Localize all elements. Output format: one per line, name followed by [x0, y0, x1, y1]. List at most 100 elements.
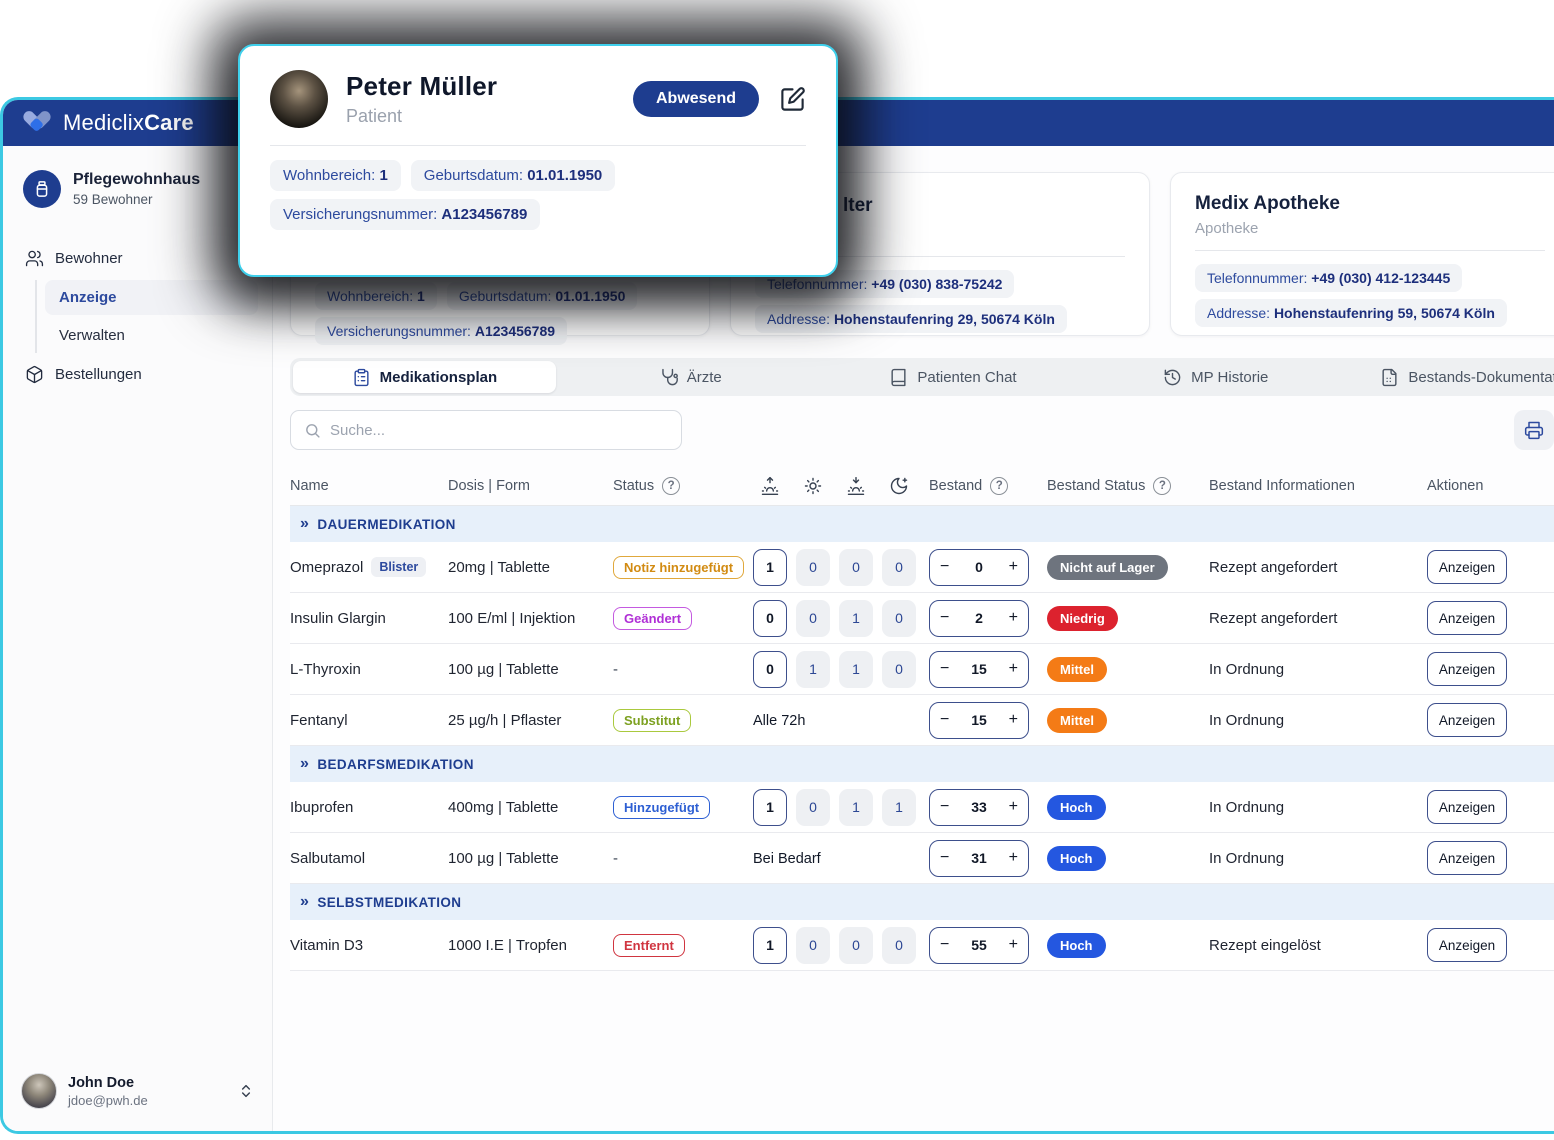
- sidebar-item-bewohner[interactable]: Bewohner: [3, 240, 272, 277]
- intake-box[interactable]: 1: [753, 549, 787, 586]
- intake-box[interactable]: 1: [839, 789, 873, 826]
- intake-box[interactable]: 1: [839, 651, 873, 688]
- anzeigen-button[interactable]: Anzeigen: [1427, 703, 1507, 737]
- stepper-plus-button[interactable]: +: [1009, 799, 1018, 815]
- tab-rzte[interactable]: Ärzte: [559, 358, 822, 396]
- search-input[interactable]: [330, 422, 668, 439]
- intake-box[interactable]: 0: [796, 789, 830, 826]
- user-menu[interactable]: John Doe jdoe@pwh.de: [3, 1057, 272, 1131]
- action-cell: Anzeigen: [1427, 652, 1554, 686]
- status-tag: Substitut: [613, 709, 691, 732]
- intake-box[interactable]: 0: [796, 600, 830, 637]
- anzeigen-button[interactable]: Anzeigen: [1427, 652, 1507, 686]
- intake-box[interactable]: 0: [796, 927, 830, 964]
- care-home-icon: [23, 170, 61, 208]
- brand-name: MediclixCare: [63, 110, 194, 136]
- intake-cell: Bei Bedarf: [753, 850, 929, 867]
- intake-box[interactable]: 0: [882, 600, 916, 637]
- intake-box[interactable]: 0: [753, 600, 787, 637]
- divider: [270, 145, 806, 146]
- intake-box[interactable]: 1: [882, 789, 916, 826]
- stock-cell: −0+: [929, 549, 1047, 586]
- intake-box[interactable]: 0: [882, 549, 916, 586]
- col-times: [753, 476, 929, 496]
- tab-medikationsplan[interactable]: Medikationsplan: [293, 361, 556, 393]
- stepper-plus-button[interactable]: +: [1009, 712, 1018, 728]
- med-name-cell: Vitamin D3: [290, 937, 448, 954]
- stepper-plus-button[interactable]: +: [1009, 661, 1018, 677]
- user-name: John Doe: [68, 1075, 148, 1091]
- help-icon[interactable]: ?: [662, 477, 680, 495]
- stepper-minus-button[interactable]: −: [940, 712, 949, 728]
- tab-bestands-dokumentation[interactable]: Bestands-Dokumentation: [1347, 358, 1554, 396]
- brand-logo[interactable]: MediclixCare: [21, 109, 194, 137]
- status-tag: Geändert: [613, 607, 692, 630]
- intake-box[interactable]: 0: [753, 651, 787, 688]
- sunrise-icon: [753, 476, 787, 496]
- stock-info: Rezept eingelöst: [1209, 937, 1427, 954]
- stepper-minus-button[interactable]: −: [940, 661, 949, 677]
- tab-bar: MedikationsplanÄrztePatienten ChatMP His…: [290, 358, 1554, 396]
- anzeigen-button[interactable]: Anzeigen: [1427, 550, 1507, 584]
- intake-box[interactable]: 1: [753, 927, 787, 964]
- stepper-minus-button[interactable]: −: [940, 850, 949, 866]
- table-row-salbutamol: Salbutamol100 µg | Tablette-Bei Bedarf−3…: [290, 833, 1554, 884]
- stepper-plus-button[interactable]: +: [1009, 937, 1018, 953]
- tab-mp-historie[interactable]: MP Historie: [1084, 358, 1347, 396]
- org-subtitle: 59 Bewohner: [73, 192, 200, 207]
- sidebar-item-anzeige[interactable]: Anzeige: [45, 280, 258, 315]
- stepper-plus-button[interactable]: +: [1009, 850, 1018, 866]
- chevrons-up-down-icon[interactable]: [238, 1083, 254, 1099]
- sidebar-item-bestellungen[interactable]: Bestellungen: [3, 356, 272, 393]
- anzeigen-button[interactable]: Anzeigen: [1427, 790, 1507, 824]
- med-dose: 100 µg | Tablette: [448, 850, 613, 867]
- stepper-plus-button[interactable]: +: [1009, 610, 1018, 626]
- intake-box[interactable]: 0: [882, 651, 916, 688]
- stepper-plus-button[interactable]: +: [1009, 559, 1018, 575]
- pharmacy-card-pill-label: Addresse:: [1207, 305, 1274, 321]
- help-icon[interactable]: ?: [1153, 477, 1171, 495]
- stock-status-badge: Hoch: [1047, 795, 1106, 820]
- col-aktionen: Aktionen: [1427, 478, 1554, 494]
- help-icon[interactable]: ?: [990, 477, 1008, 495]
- organization-header[interactable]: Pflegewohnhaus 59 Bewohner: [3, 146, 272, 218]
- anzeigen-button[interactable]: Anzeigen: [1427, 928, 1507, 962]
- intake-box[interactable]: 1: [796, 651, 830, 688]
- med-status-cell: Geändert: [613, 607, 753, 630]
- tab-patienten-chat[interactable]: Patienten Chat: [822, 358, 1085, 396]
- sidebar-item-verwalten[interactable]: Verwalten: [45, 318, 258, 353]
- stepper-minus-button[interactable]: −: [940, 559, 949, 575]
- anzeigen-button[interactable]: Anzeigen: [1427, 601, 1507, 635]
- patient-card-pill-wohnbereich: Wohnbereich: 1: [315, 282, 437, 310]
- absent-status-button[interactable]: Abwesend: [633, 81, 759, 117]
- stock-stepper: − 2 +: [929, 600, 1029, 637]
- stepper-minus-button[interactable]: −: [940, 937, 949, 953]
- intake-boxes: 1000: [753, 927, 929, 964]
- status-tag: Notiz hinzugefügt: [613, 556, 744, 579]
- intake-box[interactable]: 1: [753, 789, 787, 826]
- intake-box[interactable]: 0: [839, 927, 873, 964]
- intake-boxes: 1011: [753, 789, 929, 826]
- med-dose: 100 µg | Tablette: [448, 661, 613, 678]
- stock-status-badge: Mittel: [1047, 657, 1107, 682]
- popup-pill-row: Wohnbereich: 1Geburtsdatum: 01.01.1950: [270, 160, 615, 191]
- col-status: Status ?: [613, 477, 753, 495]
- med-name-cell: Ibuprofen: [290, 799, 448, 816]
- pharmacy-card-pill-row: Telefonnummer: +49 (030) 412-123445: [1195, 264, 1462, 292]
- anzeigen-button[interactable]: Anzeigen: [1427, 841, 1507, 875]
- edit-icon[interactable]: [779, 86, 806, 113]
- section-header-bedarfsmedikation: »BEDARFSMEDIKATION: [290, 746, 1554, 782]
- print-button[interactable]: [1514, 410, 1554, 450]
- intake-box[interactable]: 0: [882, 927, 916, 964]
- stepper-minus-button[interactable]: −: [940, 799, 949, 815]
- stock-value: 2: [975, 610, 983, 626]
- intake-box[interactable]: 1: [839, 600, 873, 637]
- intake-schedule-text: Alle 72h: [753, 713, 805, 729]
- intake-box[interactable]: 0: [796, 549, 830, 586]
- chevrons-right-icon: »: [300, 515, 309, 533]
- stepper-minus-button[interactable]: −: [940, 610, 949, 626]
- stock-status-badge: Hoch: [1047, 933, 1106, 958]
- intake-box[interactable]: 0: [839, 549, 873, 586]
- action-cell: Anzeigen: [1427, 790, 1554, 824]
- stock-value: 33: [971, 799, 987, 815]
